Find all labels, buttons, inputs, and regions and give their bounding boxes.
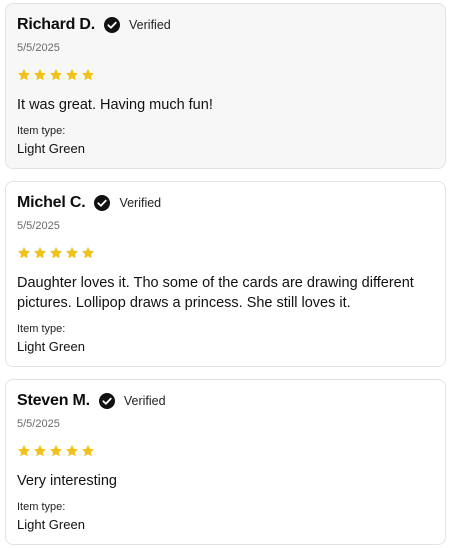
check-circle-icon — [94, 195, 111, 211]
star-icon — [33, 68, 47, 81]
review-header: Richard D. Verified — [17, 14, 171, 36]
reviewer-name: Steven M. — [17, 392, 90, 409]
star-icon — [17, 246, 31, 259]
review-card: Michel C. Verified 5/5/2025 Daughter lov… — [5, 181, 446, 367]
review-date: 5/5/2025 — [17, 418, 60, 430]
review-list: Richard D. Verified 5/5/2025 It was grea… — [0, 0, 452, 548]
review-header: Steven M. Verified — [17, 390, 166, 412]
check-circle-icon — [104, 17, 121, 33]
verified-label: Verified — [123, 394, 166, 408]
star-icon — [33, 444, 47, 457]
item-type-label: Item type: — [17, 501, 66, 513]
review-text: Very interesting — [17, 473, 117, 489]
verified-label: Verified — [129, 18, 171, 32]
star-icon — [65, 444, 79, 457]
star-icon — [17, 68, 31, 81]
review-date: 5/5/2025 — [17, 42, 60, 54]
item-type-label: Item type: — [17, 125, 66, 137]
item-type-label: Item type: — [17, 323, 66, 335]
review-card: Richard D. Verified 5/5/2025 It was grea… — [5, 3, 446, 169]
review-header: Michel C. Verified — [17, 192, 161, 214]
star-rating — [17, 68, 97, 82]
verified-label: Verified — [119, 196, 162, 210]
review-text: Daughter loves it. Tho some of the cards… — [17, 275, 414, 311]
reviewer-name: Michel C. — [17, 194, 86, 211]
item-type-value: Light Green — [17, 517, 85, 532]
reviewer-name: Richard D. — [17, 16, 96, 33]
star-icon — [49, 444, 63, 457]
review-date: 5/5/2025 — [17, 220, 60, 232]
star-icon — [17, 444, 31, 457]
star-icon — [81, 444, 95, 457]
star-icon — [33, 246, 47, 259]
item-type-value: Light Green — [17, 141, 85, 156]
review-text: It was great. Having much fun! — [17, 97, 213, 113]
star-icon — [65, 246, 79, 259]
item-type-value: Light Green — [17, 339, 85, 354]
star-icon — [81, 68, 95, 81]
star-icon — [65, 68, 79, 81]
star-icon — [81, 246, 95, 259]
review-card: Steven M. Verified 5/5/2025 Very interes… — [5, 379, 446, 545]
check-circle-icon — [98, 393, 115, 409]
star-icon — [49, 246, 63, 259]
star-icon — [49, 68, 63, 81]
star-rating — [17, 444, 97, 458]
star-rating — [17, 246, 97, 260]
